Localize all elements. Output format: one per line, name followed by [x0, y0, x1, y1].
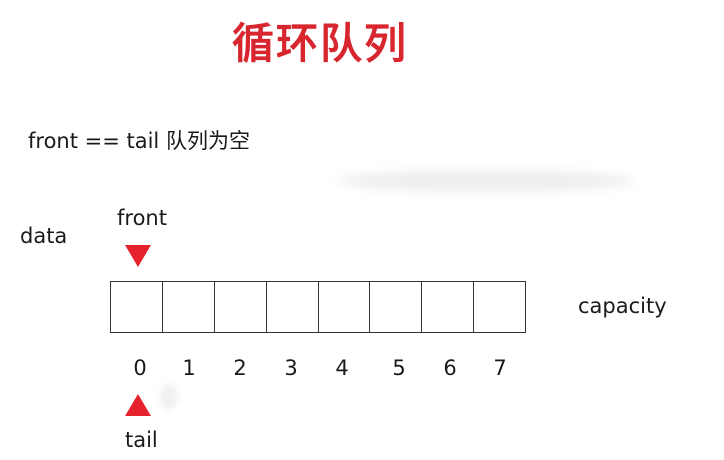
queue-cell-3 — [266, 281, 319, 333]
queue-cell-0 — [111, 281, 163, 333]
index-label-4: 4 — [335, 356, 349, 380]
queue-cell-7 — [474, 281, 526, 333]
index-label-0: 0 — [133, 356, 147, 380]
queue-array — [110, 281, 526, 333]
index-label-3: 3 — [284, 356, 298, 380]
erased-mark-small — [160, 384, 178, 410]
index-row: 0 1 2 3 4 5 6 7 — [110, 354, 526, 384]
index-label-7: 7 — [493, 356, 507, 380]
front-label: front — [117, 206, 167, 230]
empty-condition-caption: front == tail 队列为空 — [28, 129, 250, 153]
index-label-5: 5 — [392, 356, 406, 380]
index-label-1: 1 — [182, 356, 196, 380]
tail-label: tail — [125, 428, 158, 452]
queue-cell-2 — [214, 281, 267, 333]
queue-cell-1 — [162, 281, 215, 333]
data-label: data — [20, 224, 68, 248]
front-pointer-icon — [125, 245, 151, 267]
index-label-6: 6 — [443, 356, 457, 380]
index-label-2: 2 — [233, 356, 247, 380]
erased-mark — [338, 170, 634, 192]
queue-cell-5 — [370, 281, 423, 333]
queue-cell-6 — [422, 281, 475, 333]
capacity-label: capacity — [578, 294, 667, 318]
page-title: 循环队列 — [231, 19, 408, 68]
queue-cell-4 — [318, 281, 371, 333]
tail-pointer-icon — [125, 394, 151, 416]
